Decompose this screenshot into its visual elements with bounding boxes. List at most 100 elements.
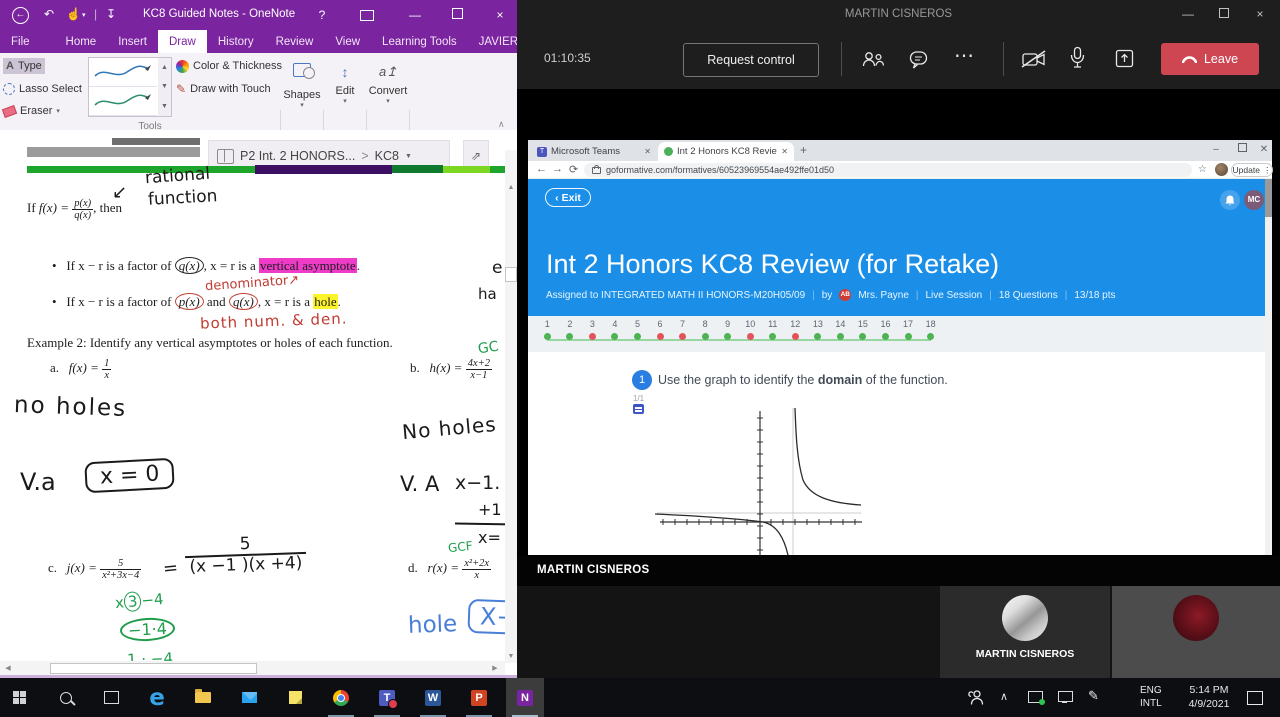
notifications-bell[interactable]: [1220, 190, 1240, 210]
question-nav-item[interactable]: 11: [761, 319, 784, 340]
user-avatar[interactable]: MC: [1244, 190, 1264, 210]
question-nav-item[interactable]: 1: [536, 319, 559, 340]
question-nav-item[interactable]: 14: [829, 319, 852, 340]
leave-button[interactable]: Leave: [1161, 43, 1259, 75]
bookmark-star-icon[interactable]: ☆: [1198, 164, 1207, 175]
pen-gallery[interactable]: [88, 57, 160, 117]
new-tab-button[interactable]: +: [800, 143, 807, 157]
convert-button[interactable]: a↥ Convert ▾: [368, 59, 408, 105]
teams-restore-button[interactable]: [1208, 0, 1240, 29]
tray-network-icon[interactable]: [1058, 691, 1073, 703]
taskbar-mail[interactable]: [230, 678, 268, 717]
question-nav-item[interactable]: 6: [649, 319, 672, 340]
tab-file[interactable]: File: [0, 30, 41, 53]
tab-draw[interactable]: Draw: [157, 30, 207, 53]
microphone-icon[interactable]: [1070, 46, 1085, 69]
start-button[interactable]: [1, 678, 39, 717]
question-nav-item[interactable]: 16: [874, 319, 897, 340]
browser-profile-avatar[interactable]: [1215, 163, 1228, 176]
scroll-down-icon[interactable]: ▼: [505, 651, 517, 663]
pen-thumbnail[interactable]: [89, 87, 157, 116]
page-scrollbar[interactable]: [1265, 179, 1272, 555]
collapse-ribbon-icon[interactable]: ∧: [498, 119, 505, 130]
touch-mode-icon[interactable]: ☝: [66, 7, 81, 21]
chat-icon[interactable]: [909, 50, 928, 69]
language-indicator[interactable]: ENG INTL: [1140, 685, 1162, 710]
question-nav-item[interactable]: 12: [784, 319, 807, 340]
scroll-left-icon[interactable]: ◀: [2, 663, 14, 675]
touch-mode-dropdown-icon[interactable]: ▾: [82, 11, 86, 19]
notes-canvas[interactable]: P2 Int. 2 HONORS... > KC8 ▼ ⇗ If f(x) = …: [0, 130, 517, 661]
taskbar-onenote[interactable]: [506, 678, 544, 717]
taskbar-chrome[interactable]: [322, 678, 360, 717]
back-icon[interactable]: ←: [536, 163, 547, 175]
taskbar-file-explorer[interactable]: [184, 678, 222, 717]
browser-tab-formative[interactable]: Int 2 Honors KC8 Review (for Re ✕: [658, 142, 794, 161]
show-hidden-icons-chevron[interactable]: ∧: [1000, 690, 1008, 703]
maximize-button[interactable]: [440, 0, 474, 30]
teams-close-button[interactable]: ×: [1244, 0, 1276, 29]
gallery-more-icon[interactable]: ▼: [161, 103, 168, 110]
question-nav-item[interactable]: 17: [897, 319, 920, 340]
camera-off-icon[interactable]: [1021, 50, 1047, 68]
undo-icon[interactable]: ↶: [44, 7, 54, 21]
ribbon-display-options-icon[interactable]: [360, 10, 374, 21]
taskbar-powerpoint[interactable]: [460, 678, 498, 717]
breadcrumb-dropdown-icon[interactable]: ▼: [405, 153, 412, 160]
browser-minimize-button[interactable]: –: [1204, 140, 1228, 160]
browser-tab-teams[interactable]: Microsoft Teams ✕: [532, 142, 656, 161]
question-nav-item[interactable]: 5: [626, 319, 649, 340]
gallery-down-icon[interactable]: ▼: [161, 83, 168, 90]
action-center-icon[interactable]: [1247, 691, 1263, 705]
tab-learning-tools[interactable]: Learning Tools: [371, 30, 468, 53]
question-nav-item[interactable]: 18: [919, 319, 942, 340]
pen-thumbnail[interactable]: [89, 58, 157, 87]
taskbar-search-button[interactable]: [47, 678, 85, 717]
color-thickness-button[interactable]: Color & Thickness: [176, 58, 282, 74]
browser-menu-icon[interactable]: ⋮: [1263, 165, 1272, 176]
browser-update-button[interactable]: Update ⋮: [1231, 163, 1273, 177]
eraser-button[interactable]: Eraser ▾: [1, 103, 60, 119]
vertical-scrollbar[interactable]: [505, 150, 517, 661]
address-bar[interactable]: goformative.com/formatives/60523969554ae…: [584, 163, 1192, 177]
tab-review[interactable]: Review: [265, 30, 325, 53]
lasso-select-button[interactable]: Lasso Select: [3, 81, 82, 97]
teams-minimize-button[interactable]: —: [1172, 0, 1204, 29]
question-nav-item[interactable]: 2: [559, 319, 582, 340]
back-icon[interactable]: ←: [12, 7, 29, 24]
vertical-scrollbar-thumb[interactable]: [505, 267, 517, 282]
tab-close-icon[interactable]: ✕: [644, 147, 651, 156]
scroll-up-icon[interactable]: ▲: [505, 182, 517, 194]
close-button[interactable]: ×: [483, 0, 517, 30]
question-nav-item[interactable]: 4: [604, 319, 627, 340]
request-control-button[interactable]: Request control: [683, 43, 819, 77]
question-nav-item[interactable]: 15: [852, 319, 875, 340]
breadcrumb-section[interactable]: KC8: [375, 149, 399, 163]
taskbar-word[interactable]: [414, 678, 452, 717]
browser-close-button[interactable]: ✕: [1252, 140, 1276, 160]
share-screen-icon[interactable]: [1115, 49, 1134, 68]
task-view-button[interactable]: [92, 678, 130, 717]
type-tool-button[interactable]: Type: [3, 58, 45, 74]
minimize-button[interactable]: —: [398, 0, 432, 30]
page-scrollbar-thumb[interactable]: [1265, 179, 1272, 217]
participant-tile[interactable]: MARTIN CISNEROS: [940, 586, 1110, 678]
question-nav-item[interactable]: 8: [694, 319, 717, 340]
draw-with-touch-button[interactable]: Draw with Touch: [176, 81, 271, 97]
exit-button[interactable]: ‹ Exit: [545, 188, 591, 207]
participants-icon[interactable]: [861, 51, 885, 68]
tab-close-icon[interactable]: ✕: [781, 147, 788, 156]
breadcrumb-notebook[interactable]: P2 Int. 2 HONORS...: [240, 149, 355, 163]
taskbar-clock[interactable]: 5:14 PM 4/9/2021: [1178, 684, 1240, 711]
gallery-up-icon[interactable]: ▲: [161, 64, 168, 71]
tab-insert[interactable]: Insert: [107, 30, 158, 53]
customize-qat-icon[interactable]: ↧: [106, 7, 116, 21]
scroll-right-icon[interactable]: ▶: [489, 663, 501, 675]
question-nav-item[interactable]: 10: [739, 319, 762, 340]
participant-tile[interactable]: [1112, 586, 1280, 678]
help-button[interactable]: ?: [312, 0, 332, 30]
question-nav-item[interactable]: 3: [581, 319, 604, 340]
edit-button[interactable]: ↕ Edit ▾: [325, 59, 365, 105]
taskbar-edge[interactable]: [138, 678, 176, 717]
question-nav-item[interactable]: 7: [671, 319, 694, 340]
